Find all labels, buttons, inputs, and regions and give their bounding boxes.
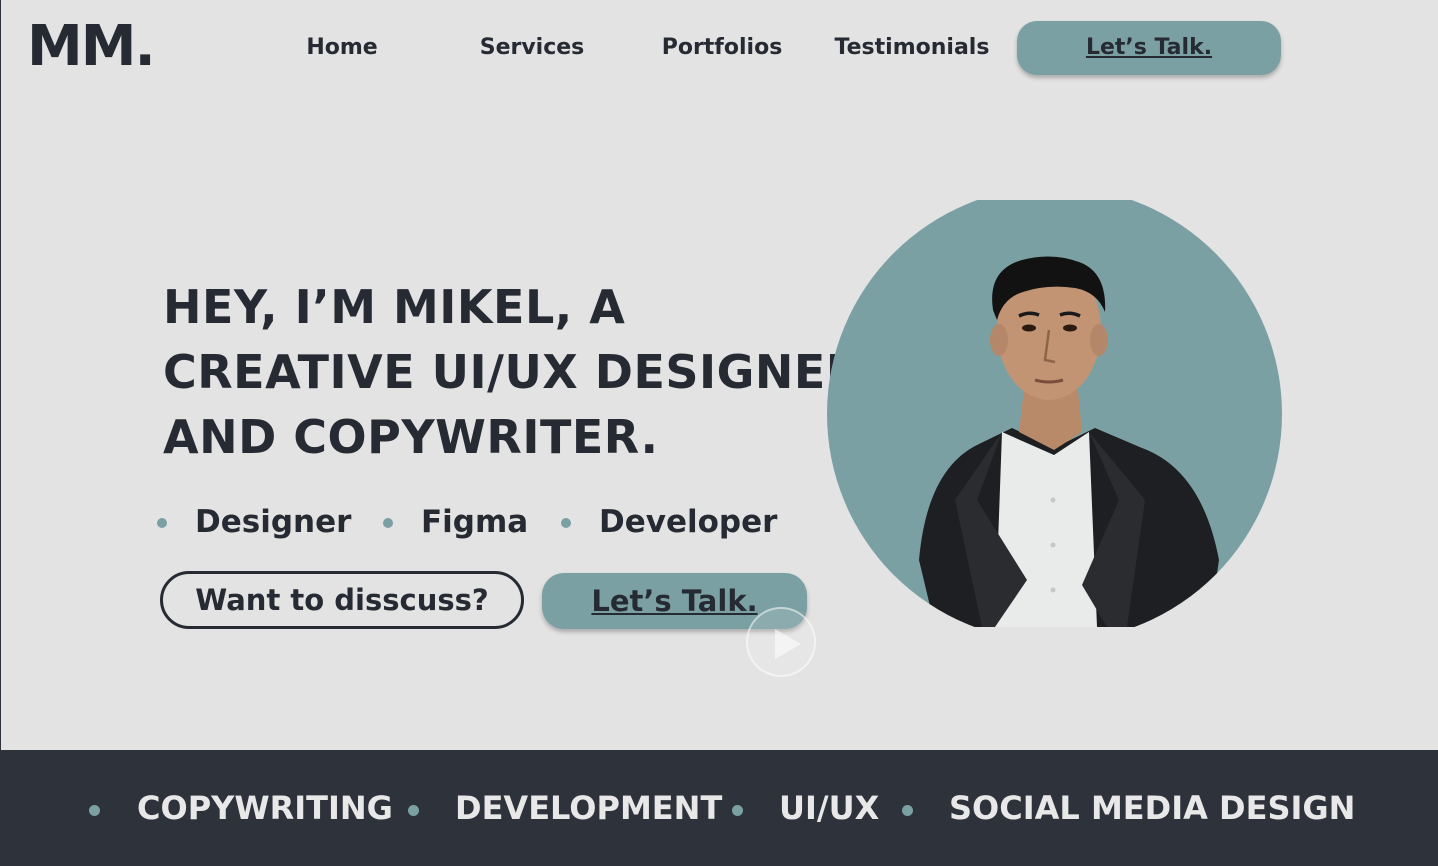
hero-title-pre: CREATIVE [163, 345, 432, 399]
header-lets-talk-button[interactable]: Let’s Talk. [1017, 21, 1281, 75]
band-bullet [732, 805, 743, 816]
profile-photo-illustration [827, 200, 1282, 627]
skill-bullet [157, 518, 167, 528]
skill-figma: Figma [421, 504, 529, 540]
want-to-discuss-button[interactable]: Want to disscuss? [160, 571, 524, 629]
hero-title-post: DESIGNER [578, 345, 862, 399]
hero-title-line-1: HEY, I’M MIKEL, A [163, 280, 626, 334]
band-item-uiux: UI/UX [779, 789, 880, 827]
band-item-copywriting: COPYWRITING [137, 789, 393, 827]
nav-portfolios[interactable]: Portfolios [651, 34, 793, 62]
band-item-social-media-design: SOCIAL MEDIA DESIGN [949, 789, 1356, 827]
hero-title-line-3: AND COPYWRITER. [163, 410, 659, 464]
band-bullet [902, 805, 913, 816]
page: MM. Home Services Portfolios Testimonial… [0, 0, 1438, 866]
band-item-development: DEVELOPMENT [455, 789, 723, 827]
band-bullet [408, 805, 419, 816]
skill-designer: Designer [195, 504, 352, 540]
nav-testimonials[interactable]: Testimonials [833, 34, 991, 62]
play-icon [775, 629, 801, 659]
hero-title-highlight: UI/UX [432, 342, 579, 402]
nav-home[interactable]: Home [289, 34, 395, 62]
play-button[interactable] [746, 607, 816, 677]
nav-services[interactable]: Services [469, 34, 595, 62]
hero-title-line-2: CREATIVE UI/UX DESIGNER [163, 342, 862, 402]
logo[interactable]: MM. [27, 14, 156, 80]
skill-developer: Developer [599, 504, 778, 540]
skill-bullet [383, 518, 393, 528]
profile-photo [827, 200, 1282, 627]
band-bullet [89, 805, 100, 816]
skill-bullet [561, 518, 571, 528]
services-band: COPYWRITING DEVELOPMENT UI/UX SOCIAL MED… [1, 750, 1438, 866]
